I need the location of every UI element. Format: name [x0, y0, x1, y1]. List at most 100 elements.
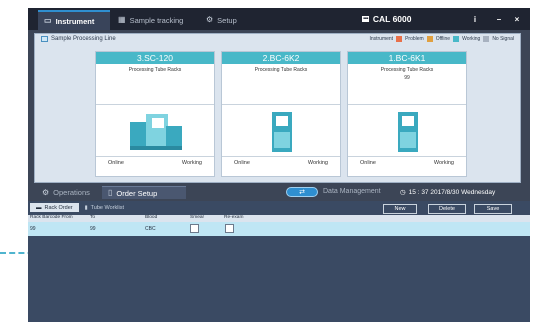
tab-instrument[interactable]: ▭ Instrument	[38, 10, 110, 30]
column-header-smear: Smear	[190, 215, 205, 220]
legend-swatch-no-signal	[483, 36, 490, 42]
order-setup-area: ▬ Rack Order ▮ Tube Worklist New Delete …	[28, 201, 530, 322]
delete-button[interactable]: Delete	[428, 204, 466, 214]
instrument-work-status: Working	[181, 160, 202, 166]
column-header-from: Rack Barcode From	[30, 215, 73, 220]
instrument-work-status: Working	[433, 160, 454, 166]
legend-swatch-offline	[426, 36, 433, 42]
brand-logo-icon: ▪▪▪	[362, 16, 369, 22]
order-subtabs: ▬ Rack Order ▮ Tube Worklist	[30, 203, 130, 212]
system-name: ▪▪▪ CAL 6000	[362, 11, 482, 27]
table-row[interactable]: 99 99 CBC	[28, 222, 530, 236]
column-header-re-exam: Re-exam	[224, 215, 244, 220]
instrument-card-sc-120[interactable]: 3.SC-120 Processing Tube Racks Online Wo…	[95, 51, 215, 177]
tube-worklist-label: Tube Worklist	[90, 204, 124, 211]
save-button-label: Save	[486, 206, 500, 212]
system-name-label: CAL 6000	[372, 14, 412, 24]
instrument-connection-status: Online	[108, 160, 124, 166]
gear-icon: ⚙	[206, 15, 214, 24]
info-icon: i	[473, 14, 477, 24]
status-legend: Instrument Problem Offline Working No Si…	[369, 36, 514, 42]
instrument-work-status: Working	[307, 160, 328, 166]
info-button[interactable]: i	[468, 12, 482, 26]
swap-button[interactable]: ⇄	[286, 187, 318, 197]
clock-display: ◷ 15 : 37 2017/8/30 Wednesday	[400, 188, 496, 197]
operations-label: Operations	[53, 188, 90, 197]
cell-from[interactable]: 99	[30, 226, 36, 232]
operations-icon: ⚙	[42, 187, 50, 197]
legend-label-no-signal: No Signal	[492, 36, 514, 42]
close-button[interactable]: ×	[510, 12, 524, 26]
table-header: Rack Barcode From To Blood Smear Re-exam	[28, 215, 530, 222]
clock-icon: ◷	[400, 189, 406, 196]
instrument-subtitle: Processing Tube Racks	[254, 67, 308, 73]
instrument-card-bc-6k1[interactable]: 1.BC-6K1 Processing Tube Racks 99 Online…	[347, 51, 467, 177]
instrument-rack-count	[96, 75, 214, 81]
tab-rack-order[interactable]: ▬ Rack Order	[30, 203, 79, 212]
divider	[348, 156, 466, 157]
divider	[96, 156, 214, 157]
tab-setup[interactable]: ⚙ Setup	[200, 10, 252, 30]
instrument-subtitle: Processing Tube Racks	[380, 67, 434, 73]
rack-order-label: Rack Order	[44, 204, 73, 211]
delete-button-label: Delete	[439, 206, 455, 212]
legend-label-problem: Problem	[405, 36, 424, 42]
divider	[222, 104, 340, 105]
column-header-blood: Blood	[145, 215, 158, 220]
new-button[interactable]: New	[383, 204, 417, 214]
instrument-card-bc-6k2[interactable]: 2.BC-6K2 Processing Tube Racks Online Wo…	[221, 51, 341, 177]
smear-checkbox[interactable]	[190, 224, 199, 233]
lower-toolbar: ⚙ Operations ▯ Order Setup ⇄ Data Manage…	[28, 186, 530, 199]
instrument-status-row: Online Working	[348, 160, 466, 166]
tab-sample-tracking[interactable]: ▦ Sample tracking	[112, 10, 198, 30]
panel-title: Sample Processing Line	[41, 36, 116, 42]
divider	[96, 104, 214, 105]
swap-icon: ⇄	[299, 189, 305, 196]
data-management-link[interactable]: Data Management	[323, 188, 381, 195]
tube-icon: ▮	[84, 204, 88, 211]
minimize-button[interactable]: –	[492, 12, 506, 26]
instrument-status-row: Online Working	[222, 160, 340, 166]
tab-instrument-label: Instrument	[55, 16, 95, 26]
order-setup-tab[interactable]: ▯ Order Setup	[102, 186, 186, 199]
re-exam-checkbox[interactable]	[225, 224, 234, 233]
hematology-analyzer-icon	[272, 112, 292, 152]
cell-blood[interactable]: CBC	[145, 226, 156, 232]
sample-processing-line-panel: Sample Processing Line Instrument Proble…	[34, 33, 521, 183]
operations-tab[interactable]: ⚙ Operations	[36, 186, 96, 199]
instrument-subtitle: Processing Tube Racks	[128, 67, 182, 73]
tab-tube-worklist[interactable]: ▮ Tube Worklist	[79, 203, 130, 212]
close-icon: ×	[514, 14, 520, 24]
rack-icon: ▬	[36, 204, 42, 211]
tracking-icon: ▦	[118, 15, 126, 24]
rack-order-table: Rack Barcode From To Blood Smear Re-exam…	[28, 215, 530, 322]
instrument-name: 1.BC-6K1	[348, 52, 466, 64]
instrument-connection-status: Online	[234, 160, 250, 166]
order-setup-label: Order Setup	[116, 188, 158, 198]
save-button[interactable]: Save	[474, 204, 512, 214]
instrument-rack-count	[222, 75, 340, 81]
sample-sorter-machine-icon	[130, 114, 182, 150]
legend-label-offline: Offline	[435, 36, 451, 42]
app-window: ▭ Instrument ▦ Sample tracking ⚙ Setup ▪…	[28, 8, 530, 322]
monitor-icon: ▭	[44, 16, 52, 25]
instrument-name: 2.BC-6K2	[222, 52, 340, 64]
tab-sample-tracking-label: Sample tracking	[129, 15, 184, 25]
instrument-status-row: Online Working	[96, 160, 214, 166]
instrument-rack-count: 99	[404, 75, 410, 81]
legend-swatch-working	[453, 36, 460, 42]
title-bar: ▭ Instrument ▦ Sample tracking ⚙ Setup ▪…	[28, 8, 530, 30]
divider	[348, 104, 466, 105]
legend-label-instrument: Instrument	[369, 36, 394, 42]
instrument-connection-status: Online	[360, 160, 376, 166]
panel-title-label: Sample Processing Line	[51, 36, 116, 42]
clipboard-icon: ▯	[108, 188, 113, 197]
cell-to[interactable]: 99	[90, 226, 96, 232]
legend-label-working: Working	[462, 36, 481, 42]
processing-line-icon	[41, 36, 48, 42]
legend-swatch-problem	[396, 36, 403, 42]
clock-text: 15 : 37 2017/8/30 Wednesday	[408, 188, 496, 196]
data-management-label: Data Management	[323, 188, 381, 195]
tab-setup-label: Setup	[217, 15, 237, 25]
hematology-analyzer-icon	[398, 112, 418, 152]
